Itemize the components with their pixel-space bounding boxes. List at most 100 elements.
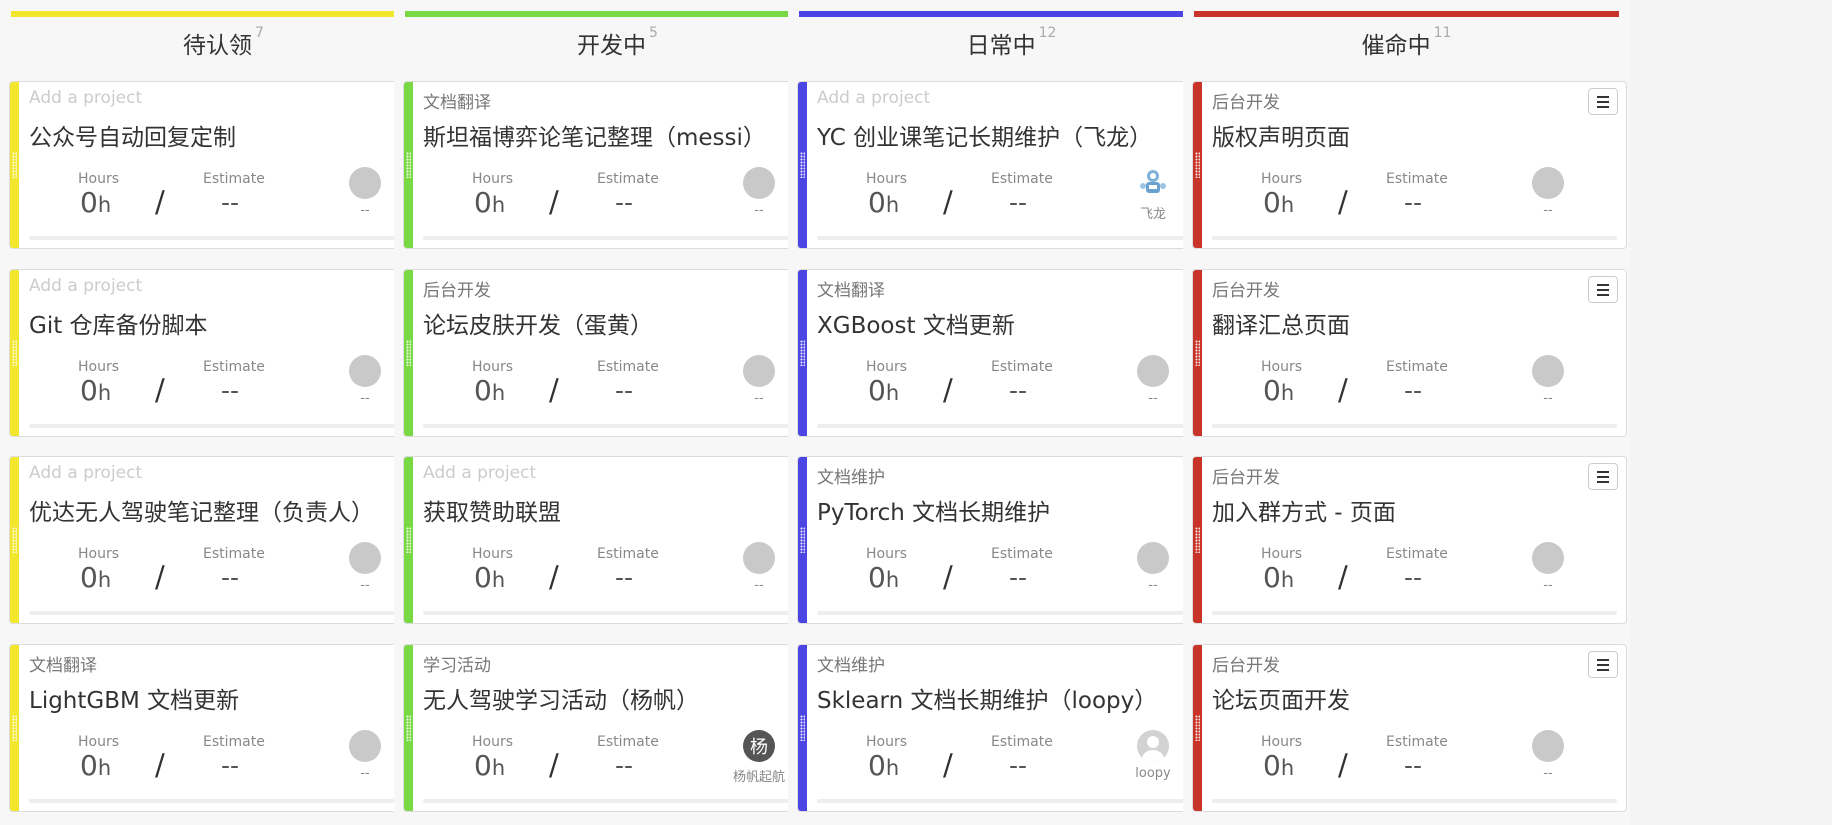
drag-handle[interactable]	[800, 715, 805, 741]
estimate-value[interactable]: --	[221, 188, 239, 217]
estimate-value[interactable]: --	[615, 376, 633, 405]
drag-handle[interactable]	[800, 340, 805, 366]
estimate-value[interactable]: --	[1009, 376, 1027, 405]
drag-handle[interactable]	[800, 527, 805, 553]
drag-handle[interactable]	[12, 715, 17, 741]
card-menu-button[interactable]	[1588, 463, 1618, 490]
hours-value[interactable]: 0h	[474, 561, 505, 594]
card-project[interactable]: Add a project	[29, 463, 142, 483]
card-project[interactable]: 后台开发	[1212, 276, 1280, 301]
card-title[interactable]: PyTorch 文档长期维护	[817, 493, 1050, 527]
column-header[interactable]: 日常中 12	[788, 18, 1235, 68]
card-title[interactable]: XGBoost 文档更新	[817, 306, 1015, 340]
assignee-avatar[interactable]	[1137, 167, 1169, 199]
column-header[interactable]: 催命中 11	[1183, 18, 1630, 68]
task-card[interactable]: 文档翻译 XGBoost 文档更新 Hours Estimate 0h / --…	[797, 269, 1232, 437]
assignee-avatar[interactable]	[349, 167, 381, 199]
column-header[interactable]: 待认领 7	[0, 18, 447, 68]
assignee-avatar[interactable]	[349, 542, 381, 574]
card-project[interactable]: Add a project	[817, 88, 930, 108]
column-header[interactable]: 开发中 5	[394, 18, 841, 68]
card-menu-button[interactable]	[1588, 651, 1618, 678]
assignee-avatar[interactable]	[1532, 167, 1564, 199]
card-title[interactable]: 翻译汇总页面	[1212, 306, 1350, 340]
card-project[interactable]: 学习活动	[423, 651, 491, 676]
card-title[interactable]: YC 创业课笔记长期维护（飞龙）	[817, 118, 1152, 152]
drag-handle[interactable]	[1195, 152, 1200, 178]
card-project[interactable]: 后台开发	[1212, 463, 1280, 488]
drag-handle[interactable]	[12, 152, 17, 178]
card-project[interactable]: 文档翻译	[817, 276, 885, 301]
task-card[interactable]: 文档维护 Sklearn 文档长期维护（loopy） Hours Estimat…	[797, 644, 1232, 812]
card-title[interactable]: 论坛皮肤开发（蛋黄）	[423, 306, 653, 340]
task-card[interactable]: 文档翻译 LightGBM 文档更新 Hours Estimate 0h / -…	[9, 644, 444, 812]
card-project[interactable]: 后台开发	[1212, 88, 1280, 113]
task-card[interactable]: 文档维护 PyTorch 文档长期维护 Hours Estimate 0h / …	[797, 456, 1232, 624]
card-title[interactable]: 论坛页面开发	[1212, 681, 1350, 715]
estimate-value[interactable]: --	[615, 751, 633, 780]
assignee-avatar[interactable]	[1532, 730, 1564, 762]
drag-handle[interactable]	[12, 340, 17, 366]
hours-value[interactable]: 0h	[1263, 186, 1294, 219]
assignee-avatar[interactable]	[1137, 355, 1169, 387]
task-card[interactable]: Add a project 优达无人驾驶笔记整理（负责人） Hours Esti…	[9, 456, 444, 624]
hours-value[interactable]: 0h	[80, 374, 111, 407]
assignee-avatar[interactable]	[349, 355, 381, 387]
drag-handle[interactable]	[1195, 527, 1200, 553]
assignee-avatar[interactable]	[1532, 542, 1564, 574]
estimate-value[interactable]: --	[1009, 563, 1027, 592]
card-title[interactable]: 无人驾驶学习活动（杨帆）	[423, 681, 699, 715]
task-card[interactable]: 学习活动 无人驾驶学习活动（杨帆） Hours Estimate 0h / --…	[403, 644, 838, 812]
card-title[interactable]: Git 仓库备份脚本	[29, 306, 208, 340]
task-card[interactable]: 后台开发 加入群方式 - 页面 Hours Estimate 0h / -- -…	[1192, 456, 1627, 624]
assignee-avatar[interactable]	[743, 355, 775, 387]
hours-value[interactable]: 0h	[868, 561, 899, 594]
drag-handle[interactable]	[1195, 715, 1200, 741]
hours-value[interactable]: 0h	[868, 374, 899, 407]
hours-value[interactable]: 0h	[474, 749, 505, 782]
card-project[interactable]: 后台开发	[1212, 651, 1280, 676]
drag-handle[interactable]	[406, 715, 411, 741]
estimate-value[interactable]: --	[1404, 188, 1422, 217]
estimate-value[interactable]: --	[615, 188, 633, 217]
card-title[interactable]: Sklearn 文档长期维护（loopy）	[817, 681, 1157, 715]
estimate-value[interactable]: --	[221, 751, 239, 780]
assignee-avatar[interactable]: 杨	[743, 730, 775, 762]
hours-value[interactable]: 0h	[80, 186, 111, 219]
hours-value[interactable]: 0h	[1263, 561, 1294, 594]
task-card[interactable]: Add a project 公众号自动回复定制 Hours Estimate 0…	[9, 81, 444, 249]
hours-value[interactable]: 0h	[868, 749, 899, 782]
assignee-avatar[interactable]	[1137, 542, 1169, 574]
hours-value[interactable]: 0h	[80, 749, 111, 782]
task-card[interactable]: Add a project Git 仓库备份脚本 Hours Estimate …	[9, 269, 444, 437]
card-project[interactable]: 文档翻译	[423, 88, 491, 113]
estimate-value[interactable]: --	[1404, 376, 1422, 405]
assignee-avatar[interactable]	[743, 542, 775, 574]
assignee-avatar[interactable]	[743, 167, 775, 199]
drag-handle[interactable]	[406, 527, 411, 553]
card-project[interactable]: Add a project	[29, 276, 142, 296]
drag-handle[interactable]	[1195, 340, 1200, 366]
estimate-value[interactable]: --	[1404, 563, 1422, 592]
task-card[interactable]: 后台开发 论坛页面开发 Hours Estimate 0h / -- --	[1192, 644, 1627, 812]
drag-handle[interactable]	[406, 340, 411, 366]
task-card[interactable]: 后台开发 翻译汇总页面 Hours Estimate 0h / -- --	[1192, 269, 1627, 437]
card-project[interactable]: 文档维护	[817, 651, 885, 676]
estimate-value[interactable]: --	[615, 563, 633, 592]
card-title[interactable]: 优达无人驾驶笔记整理（负责人）	[29, 493, 374, 527]
hours-value[interactable]: 0h	[1263, 374, 1294, 407]
card-title[interactable]: 斯坦福博弈论笔记整理（messi）	[423, 118, 766, 152]
card-project[interactable]: 文档翻译	[29, 651, 97, 676]
hours-value[interactable]: 0h	[474, 374, 505, 407]
assignee-avatar[interactable]	[1532, 355, 1564, 387]
hours-value[interactable]: 0h	[474, 186, 505, 219]
card-project[interactable]: Add a project	[29, 88, 142, 108]
estimate-value[interactable]: --	[1009, 188, 1027, 217]
card-project[interactable]: Add a project	[423, 463, 536, 483]
drag-handle[interactable]	[12, 527, 17, 553]
card-project[interactable]: 后台开发	[423, 276, 491, 301]
hours-value[interactable]: 0h	[868, 186, 899, 219]
task-card[interactable]: 文档翻译 斯坦福博弈论笔记整理（messi） Hours Estimate 0h…	[403, 81, 838, 249]
estimate-value[interactable]: --	[1404, 751, 1422, 780]
card-project[interactable]: 文档维护	[817, 463, 885, 488]
